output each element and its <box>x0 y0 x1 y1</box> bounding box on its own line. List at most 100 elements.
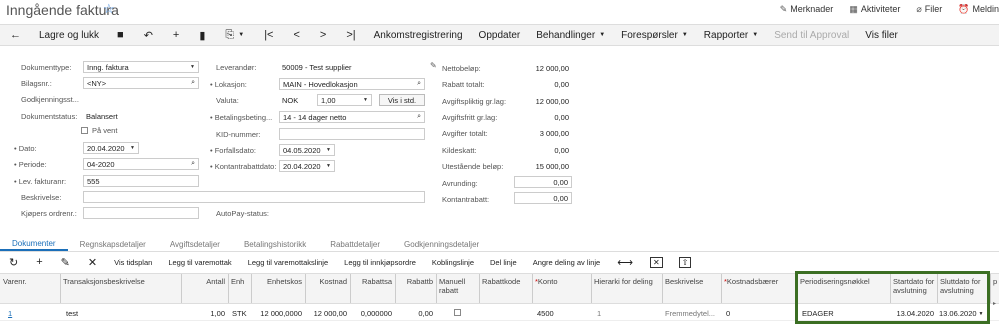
exchange-rate-input[interactable]: 1,00 ▼ <box>317 94 372 106</box>
split-line-button[interactable]: Del linje <box>482 258 525 267</box>
arrival-registration-button[interactable]: Ankomstregistrering <box>366 25 471 45</box>
add-receipt-button[interactable]: Legg til varemottak <box>160 258 239 267</box>
description-input[interactable] <box>83 191 425 203</box>
doc-status-value: Balansert <box>86 112 118 121</box>
add-receipt-line-button[interactable]: Legg til varemottakslinje <box>240 258 336 267</box>
tab-documents[interactable]: Dokumenter <box>0 238 68 251</box>
checkbox[interactable] <box>81 127 88 134</box>
export-icon[interactable]: ⇧ <box>678 256 692 268</box>
period-input[interactable]: 04-2020 ⌕ <box>83 158 199 170</box>
cell-unit[interactable]: STK <box>232 309 247 318</box>
col-cost-bearer[interactable]: *Kostnadsbærer <box>721 274 796 303</box>
first-record-icon[interactable]: |< <box>254 25 283 45</box>
delete-row-icon[interactable]: ✕ <box>79 256 106 269</box>
col-manual-discount[interactable]: Manuell rabatt <box>436 274 478 303</box>
col-account[interactable]: *Konto <box>532 274 590 303</box>
scroll-right-icon[interactable]: ▸ <box>993 300 996 307</box>
col-unit[interactable]: Enh <box>228 274 250 303</box>
buyer-order-input[interactable] <box>83 207 199 219</box>
files-icon: ⌀ <box>916 4 922 14</box>
col-discount-pct[interactable]: Rabattsa <box>350 274 394 303</box>
manual-discount-checkbox[interactable] <box>454 309 461 318</box>
col-description[interactable]: Beskrivelse <box>662 274 720 303</box>
cell-transaction-desc[interactable]: test <box>66 309 78 318</box>
add-icon[interactable]: + <box>163 25 189 45</box>
show-files-button[interactable]: Vis filer <box>857 25 906 45</box>
location-input[interactable]: MAIN - Hovedlokasjon ⌕ <box>279 78 425 90</box>
cell-account[interactable]: 4500 <box>537 309 554 318</box>
send-approval-button[interactable]: Send til Approval <box>766 25 857 45</box>
outstanding-value: 15 000,00 <box>535 162 569 171</box>
buyer-order-label: Kjøpers ordrenr.: <box>21 209 77 218</box>
col-transaction-desc[interactable]: Transaksjonsbeskrivelse <box>60 274 180 303</box>
delete-icon[interactable]: ▮ <box>189 25 215 45</box>
col-discount-code[interactable]: Rabattkode <box>479 274 531 303</box>
tax-free-label: Avgiftsfritt gr.lag: <box>442 113 498 122</box>
inquiries-menu[interactable]: Forespørsler ▼ <box>613 25 696 45</box>
undo-icon[interactable]: ↶ <box>134 25 163 45</box>
kid-input[interactable] <box>279 128 425 140</box>
tab-accounting-details[interactable]: Regnskapsdetaljer <box>68 238 158 251</box>
search-icon: ⌕ <box>417 80 421 87</box>
top-link-notifications[interactable]: ⏰ Meldin <box>958 4 999 15</box>
previous-record-icon[interactable]: < <box>283 25 309 45</box>
col-extra[interactable]: p <box>990 274 999 303</box>
cash-discount-date-input[interactable]: 20.04.2020 ▼ <box>279 160 335 172</box>
supplier-invoice-input[interactable]: 555 <box>83 175 199 187</box>
edit-icon[interactable]: ✎ <box>52 256 79 269</box>
favorite-star-icon[interactable]: ☆ <box>103 1 115 17</box>
cell-cost[interactable]: 12 000,00 <box>305 309 347 318</box>
on-hold-checkbox[interactable]: På vent <box>81 126 117 135</box>
col-unit-cost[interactable]: Enhetskos <box>251 274 304 303</box>
update-button[interactable]: Oppdater <box>471 25 529 45</box>
cell-hierarchy[interactable]: 1 <box>597 309 601 318</box>
save-close-button[interactable]: Lagre og lukk <box>31 25 107 45</box>
doc-status-label: Dokumentstatus: <box>21 112 78 121</box>
show-schedule-button[interactable]: Vis tidsplan <box>106 258 160 267</box>
fit-columns-icon[interactable]: ⟷ <box>608 256 642 269</box>
doc-type-select[interactable]: Inng. faktura ▼ <box>83 61 199 73</box>
cell-discount[interactable]: 0,00 <box>395 309 433 318</box>
undo-split-button[interactable]: Angre deling av linje <box>525 258 609 267</box>
reports-menu[interactable]: Rapporter ▼ <box>696 25 766 45</box>
line-link[interactable]: 1 <box>8 309 12 318</box>
last-record-icon[interactable]: >| <box>336 25 365 45</box>
date-input[interactable]: 20.04.2020 ▼ <box>83 142 139 154</box>
clear-filter-icon[interactable]: ✕ <box>650 256 663 268</box>
tab-approval-details[interactable]: Godkjenningsdetaljer <box>392 238 491 251</box>
save-icon[interactable]: ■ <box>107 25 134 45</box>
edit-pencil-icon[interactable]: ✎ <box>430 61 437 70</box>
col-hierarchy[interactable]: Hierarki for deling <box>591 274 661 303</box>
cell-description[interactable]: Fremmedytel... <box>665 309 715 318</box>
tab-tax-details[interactable]: Avgiftsdetaljer <box>158 238 232 251</box>
tab-discount-details[interactable]: Rabattdetaljer <box>318 238 392 251</box>
link-line-button[interactable]: Koblingslinje <box>424 258 482 267</box>
rounding-input[interactable]: 0,00 <box>514 176 572 188</box>
back-arrow-icon[interactable]: ← <box>0 25 31 45</box>
col-cost[interactable]: Kostnad <box>305 274 349 303</box>
top-link-notes[interactable]: ✎ Merknader <box>780 4 834 15</box>
tab-payment-history[interactable]: Betalingshistorikk <box>232 238 318 251</box>
show-std-button[interactable]: Vis i std. <box>379 94 425 106</box>
cell-cost-bearer[interactable]: 0 <box>726 309 730 318</box>
net-amount-label: Nettobeløp: <box>442 64 481 73</box>
top-link-files[interactable]: ⌀ Filer <box>916 4 942 15</box>
next-record-icon[interactable]: > <box>310 25 336 45</box>
payment-terms-input[interactable]: 14 - 14 dager netto ⌕ <box>279 111 425 123</box>
chevron-down-icon: ▼ <box>599 32 606 38</box>
col-quantity[interactable]: Antall <box>181 274 227 303</box>
voucher-input[interactable]: <NY> ⌕ <box>83 77 199 89</box>
actions-menu[interactable]: Behandlinger ▼ <box>528 25 613 45</box>
cell-unit-cost[interactable]: 12 000,0000 <box>251 309 302 318</box>
copy-paste-icon[interactable]: ⎘ ▼ <box>215 25 254 45</box>
cell-discount-pct[interactable]: 0,000000 <box>350 309 392 318</box>
col-discount[interactable]: Rabattb <box>395 274 435 303</box>
due-date-input[interactable]: 04.05.2020 ▼ <box>279 144 335 156</box>
cash-discount-input[interactable]: 0,00 <box>514 192 572 204</box>
add-row-icon[interactable]: + <box>27 256 51 268</box>
col-item-no[interactable]: Varenr. <box>3 277 58 286</box>
top-link-activities[interactable]: ▦ Aktiviteter <box>849 4 900 15</box>
cell-quantity[interactable]: 1,00 <box>181 309 225 318</box>
refresh-icon[interactable]: ↻ <box>0 256 27 269</box>
add-purchase-order-button[interactable]: Legg til innkjøpsordre <box>336 258 424 267</box>
